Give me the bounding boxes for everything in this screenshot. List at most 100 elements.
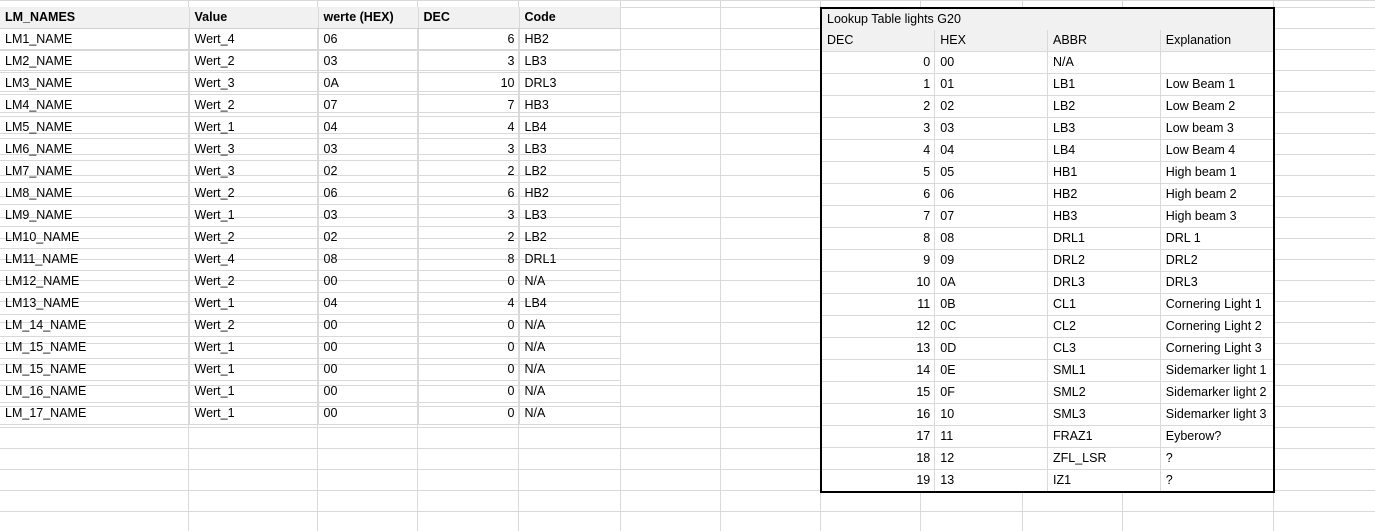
table-row[interactable]: 8 08 DRL1 DRL 1 — [822, 227, 1273, 250]
cell-code[interactable]: LB3 — [519, 138, 621, 161]
table-row[interactable]: LM_14_NAME Wert_2 00 0 N/A — [0, 314, 621, 337]
table-row[interactable]: LM6_NAME Wert_3 03 3 LB3 — [0, 138, 621, 161]
cell-lookup-explanation[interactable]: DRL3 — [1160, 271, 1273, 294]
cell-lookup-dec[interactable]: 19 — [822, 469, 936, 491]
cell-lm-name[interactable]: LM6_NAME — [0, 138, 190, 161]
cell-lookup-hex[interactable]: 0B — [934, 293, 1048, 316]
cell-lm-name[interactable]: LM1_NAME — [0, 28, 190, 51]
cell-lookup-explanation[interactable]: Cornering Light 2 — [1160, 315, 1273, 338]
cell-lookup-abbr[interactable]: LB4 — [1047, 139, 1161, 162]
cell-lm-name[interactable]: LM_17_NAME — [0, 402, 190, 425]
table-row[interactable]: 0 00 N/A — [822, 51, 1273, 74]
column-header-werte-hex[interactable]: werte (HEX) — [318, 7, 419, 29]
table-row[interactable]: LM2_NAME Wert_2 03 3 LB3 — [0, 50, 621, 73]
table-row[interactable]: 10 0A DRL3 DRL3 — [822, 271, 1273, 294]
cell-dec[interactable]: 4 — [418, 292, 520, 315]
cell-lookup-dec[interactable]: 14 — [822, 359, 936, 382]
column-header-lookup-explanation[interactable]: Explanation — [1160, 30, 1273, 52]
cell-lm-name[interactable]: LM_14_NAME — [0, 314, 190, 337]
cell-lookup-hex[interactable]: 0C — [934, 315, 1048, 338]
cell-code[interactable]: HB2 — [519, 182, 621, 205]
cell-lookup-explanation[interactable]: Cornering Light 3 — [1160, 337, 1273, 360]
table-row[interactable]: LM1_NAME Wert_4 06 6 HB2 — [0, 28, 621, 51]
cell-lookup-explanation[interactable]: Low Beam 4 — [1160, 139, 1273, 162]
cell-lm-name[interactable]: LM8_NAME — [0, 182, 190, 205]
table-row[interactable]: LM_17_NAME Wert_1 00 0 N/A — [0, 402, 621, 425]
cell-werte-hex[interactable]: 03 — [318, 50, 419, 73]
table-row[interactable]: 14 0E SML1 Sidemarker light 1 — [822, 359, 1273, 382]
cell-lookup-abbr[interactable]: IZ1 — [1047, 469, 1161, 491]
table-row[interactable]: 4 04 LB4 Low Beam 4 — [822, 139, 1273, 162]
cell-lookup-hex[interactable]: 06 — [934, 183, 1048, 206]
cell-lookup-dec[interactable]: 2 — [822, 95, 936, 118]
column-header-lookup-hex[interactable]: HEX — [934, 30, 1048, 52]
cell-lookup-hex[interactable]: 09 — [934, 249, 1048, 272]
column-header-dec[interactable]: DEC — [418, 7, 520, 29]
cell-lookup-hex[interactable]: 05 — [934, 161, 1048, 184]
table-row[interactable]: 6 06 HB2 High beam 2 — [822, 183, 1273, 206]
column-header-value[interactable]: Value — [189, 7, 319, 29]
cell-werte-hex[interactable]: 08 — [318, 248, 419, 271]
cell-value[interactable]: Wert_4 — [189, 248, 319, 271]
table-row[interactable]: LM5_NAME Wert_1 04 4 LB4 — [0, 116, 621, 139]
column-header-lookup-dec[interactable]: DEC — [822, 30, 936, 52]
table-row[interactable]: 17 11 FRAZ1 Eyberow? — [822, 425, 1273, 448]
cell-lookup-explanation[interactable]: DRL 1 — [1160, 227, 1273, 250]
cell-dec[interactable]: 0 — [418, 402, 520, 425]
cell-lookup-explanation[interactable]: Sidemarker light 1 — [1160, 359, 1273, 382]
table-row[interactable]: LM10_NAME Wert_2 02 2 LB2 — [0, 226, 621, 249]
cell-werte-hex[interactable]: 00 — [318, 402, 419, 425]
table-row[interactable]: 19 13 IZ1? — [822, 469, 1273, 491]
cell-dec[interactable]: 0 — [418, 314, 520, 337]
cell-lookup-dec[interactable]: 11 — [822, 293, 936, 316]
cell-lookup-dec[interactable]: 5 — [822, 161, 936, 184]
cell-code[interactable]: N/A — [519, 380, 621, 403]
cell-lookup-abbr[interactable]: DRL1 — [1047, 227, 1161, 250]
cell-lookup-hex[interactable]: 07 — [934, 205, 1048, 228]
cell-value[interactable]: Wert_2 — [189, 314, 319, 337]
cell-lookup-dec[interactable]: 17 — [822, 425, 936, 448]
cell-lookup-hex[interactable]: 04 — [934, 139, 1048, 162]
cell-lookup-hex[interactable]: 12 — [934, 447, 1048, 470]
cell-werte-hex[interactable]: 00 — [318, 314, 419, 337]
cell-lookup-abbr[interactable]: CL3 — [1047, 337, 1161, 360]
cell-lookup-hex[interactable]: 01 — [934, 73, 1048, 96]
table-row[interactable]: LM12_NAME Wert_2 00 0 N/A — [0, 270, 621, 293]
cell-lookup-abbr[interactable]: N/A — [1047, 51, 1161, 74]
cell-werte-hex[interactable]: 03 — [318, 138, 419, 161]
cell-werte-hex[interactable]: 00 — [318, 358, 419, 381]
cell-lm-name[interactable]: LM4_NAME — [0, 94, 190, 117]
cell-lookup-abbr[interactable]: DRL3 — [1047, 271, 1161, 294]
table-row[interactable]: LM_16_NAME Wert_1 00 0 N/A — [0, 380, 621, 403]
cell-lookup-dec[interactable]: 12 — [822, 315, 936, 338]
cell-lookup-explanation[interactable]: Low beam 3 — [1160, 117, 1273, 140]
cell-value[interactable]: Wert_2 — [189, 50, 319, 73]
cell-lookup-dec[interactable]: 18 — [822, 447, 936, 470]
cell-dec[interactable]: 4 — [418, 116, 520, 139]
cell-werte-hex[interactable]: 00 — [318, 380, 419, 403]
cell-value[interactable]: Wert_1 — [189, 204, 319, 227]
cell-lm-name[interactable]: LM10_NAME — [0, 226, 190, 249]
cell-code[interactable]: DRL3 — [519, 72, 621, 95]
table-row[interactable]: 13 0D CL3 Cornering Light 3 — [822, 337, 1273, 360]
table-row[interactable]: LM8_NAME Wert_2 06 6 HB2 — [0, 182, 621, 205]
table-row[interactable]: 18 12 ZFL_LSR? — [822, 447, 1273, 470]
cell-werte-hex[interactable]: 06 — [318, 182, 419, 205]
cell-dec[interactable]: 6 — [418, 182, 520, 205]
cell-werte-hex[interactable]: 03 — [318, 204, 419, 227]
cell-lookup-dec[interactable]: 13 — [822, 337, 936, 360]
cell-lookup-hex[interactable]: 13 — [934, 469, 1048, 491]
table-row[interactable]: LM13_NAME Wert_1 04 4 LB4 — [0, 292, 621, 315]
cell-lookup-abbr[interactable]: CL1 — [1047, 293, 1161, 316]
cell-lookup-explanation[interactable]: Low Beam 1 — [1160, 73, 1273, 96]
cell-code[interactable]: LB4 — [519, 116, 621, 139]
column-header-lookup-abbr[interactable]: ABBR — [1047, 30, 1161, 52]
cell-lookup-abbr[interactable]: LB3 — [1047, 117, 1161, 140]
cell-lookup-hex[interactable]: 10 — [934, 403, 1048, 426]
cell-lookup-hex[interactable]: 02 — [934, 95, 1048, 118]
cell-lookup-dec[interactable]: 8 — [822, 227, 936, 250]
cell-lookup-hex[interactable]: 0E — [934, 359, 1048, 382]
table-row[interactable]: 16 10 SML3 Sidemarker light 3 — [822, 403, 1273, 426]
cell-lookup-dec[interactable]: 7 — [822, 205, 936, 228]
cell-value[interactable]: Wert_4 — [189, 28, 319, 51]
